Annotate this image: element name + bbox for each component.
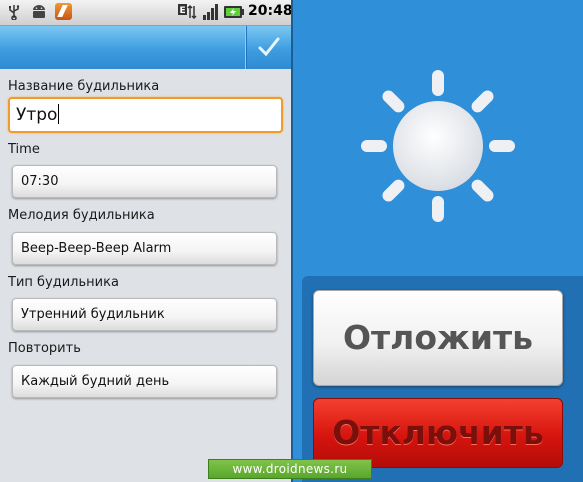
alarm-form: Название будильника Утро Time 07:30 Мело… (0, 70, 291, 482)
time-label: Time (8, 142, 40, 157)
sun-icon (361, 70, 515, 222)
app-notification-icon (55, 3, 72, 20)
alarm-edit-screen: E 20:48 Название будильника Утро Time 07… (0, 0, 291, 482)
status-time: 20:48 (248, 3, 291, 19)
alarm-type-label: Тип будильника (8, 275, 119, 290)
melody-field[interactable]: Beep-Beep-Beep Alarm (12, 232, 277, 265)
signal-icon (203, 4, 218, 20)
dismiss-button[interactable]: Отключить (313, 398, 563, 468)
text-cursor (58, 104, 60, 124)
svg-text:E: E (180, 6, 186, 16)
snooze-button[interactable]: Отложить (313, 290, 563, 386)
alarm-name-value: Утро (16, 105, 58, 125)
battery-charging-icon (224, 6, 244, 18)
android-icon (33, 5, 45, 18)
status-bar: E 20:48 (0, 0, 291, 26)
watermark: www.droidnews.ru (208, 459, 372, 479)
time-field[interactable]: 07:30 (12, 165, 277, 198)
repeat-field[interactable]: Каждый будний день (12, 365, 277, 398)
repeat-label: Повторить (8, 341, 81, 356)
name-label: Название будильника (8, 79, 160, 94)
data-edge-icon: E (178, 4, 197, 20)
melody-label: Мелодия будильника (8, 208, 155, 223)
alarm-type-field[interactable]: Утренний будильник (12, 298, 277, 331)
usb-icon (9, 5, 20, 20)
action-bar (0, 26, 291, 69)
alarm-name-input[interactable]: Утро (8, 97, 283, 133)
checkmark-icon[interactable] (247, 26, 291, 69)
